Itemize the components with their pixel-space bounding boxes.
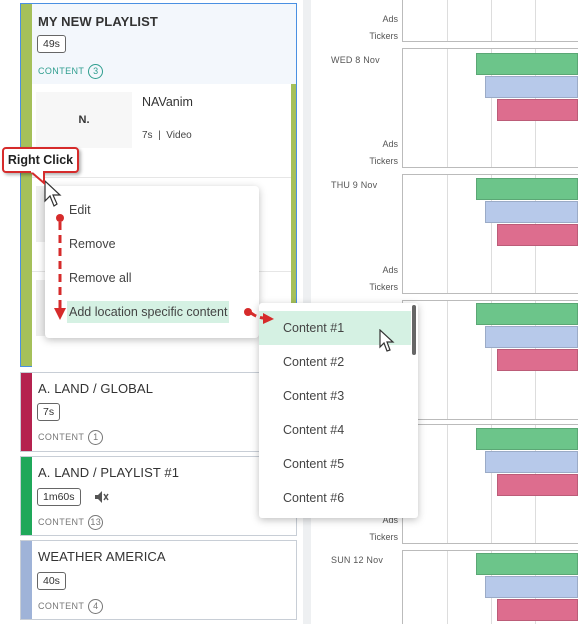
playlist-card[interactable]: A. LAND / GLOBAL 7s CONTENT 1 xyxy=(20,372,297,452)
content-count-badge: 4 xyxy=(88,599,104,614)
right-click-callout: Right Click xyxy=(2,147,79,173)
menu-item-remove[interactable]: Remove xyxy=(69,233,116,255)
playlist-card[interactable]: WEATHER AMERICA 40s CONTENT 4 xyxy=(20,540,297,620)
schedule-bar[interactable] xyxy=(476,53,578,75)
duration-badge: 1m60s xyxy=(37,488,81,506)
playlist-card[interactable]: A. LAND / PLAYLIST #1 1m60s CONTENT 13 xyxy=(20,456,297,536)
submenu-item-content-4[interactable]: Content #4 xyxy=(259,413,411,447)
row-label-ads: Ads xyxy=(382,139,398,149)
content-count-badge: 13 xyxy=(88,515,104,530)
content-name: NAVanim xyxy=(142,95,193,109)
menu-item-remove-all[interactable]: Remove all xyxy=(69,267,132,289)
schedule-bar[interactable] xyxy=(485,201,578,223)
row-label-ads: Ads xyxy=(382,14,398,24)
day-label: WED 8 Nov xyxy=(331,55,380,65)
content-count-label: CONTENT 3 xyxy=(38,64,104,79)
content-meta: 7s | Video xyxy=(142,130,192,141)
playlist-color-stripe xyxy=(21,4,32,366)
schedule-bar[interactable] xyxy=(497,349,578,371)
menu-item-add-location-content[interactable]: Add location specific content xyxy=(67,301,230,323)
timeline-grid xyxy=(402,424,578,544)
schedule-bar[interactable] xyxy=(497,474,578,496)
content-count-badge: 1 xyxy=(88,430,104,445)
timeline-grid xyxy=(402,174,578,294)
content-thumbnail: N. xyxy=(36,92,132,148)
submenu-item-content-5[interactable]: Content #5 xyxy=(259,447,411,481)
context-menu: Edit Remove Remove all Add location spec… xyxy=(45,186,259,338)
mouse-cursor-icon xyxy=(379,328,395,358)
schedule-bar[interactable] xyxy=(485,451,578,473)
playlist-title: A. LAND / PLAYLIST #1 xyxy=(38,465,180,480)
menu-item-edit[interactable]: Edit xyxy=(69,199,91,221)
schedule-bar[interactable] xyxy=(476,178,578,200)
day-label: THU 9 Nov xyxy=(331,180,378,190)
row-label-tickers: Tickers xyxy=(369,532,398,542)
content-count-label: CONTENT 4 xyxy=(38,599,104,614)
schedule-bar[interactable] xyxy=(476,428,578,450)
schedule-bar[interactable] xyxy=(476,303,578,325)
submenu-item-content-3[interactable]: Content #3 xyxy=(259,379,411,413)
row-label-tickers: Tickers xyxy=(369,282,398,292)
schedule-bar[interactable] xyxy=(485,326,578,348)
playlist-title: A. LAND / GLOBAL xyxy=(38,381,154,396)
submenu-scrollbar[interactable] xyxy=(412,305,416,355)
playlist-color-stripe xyxy=(21,457,32,535)
schedule-bar[interactable] xyxy=(485,576,578,598)
schedule-bar[interactable] xyxy=(485,76,578,98)
row-label-ads: Ads xyxy=(382,265,398,275)
duration-badge: 40s xyxy=(37,572,66,590)
schedule-bar[interactable] xyxy=(476,553,578,575)
schedule-bar[interactable] xyxy=(497,599,578,621)
playlist-title: MY NEW PLAYLIST xyxy=(38,14,158,29)
duration-badge: 49s xyxy=(37,35,66,53)
row-label-tickers: Tickers xyxy=(369,31,398,41)
callout-pointer xyxy=(28,171,45,185)
content-count-badge: 3 xyxy=(88,64,104,79)
playlist-title: WEATHER AMERICA xyxy=(38,549,166,564)
row-label-tickers: Tickers xyxy=(369,156,398,166)
duration-badge: 7s xyxy=(37,403,61,421)
timeline-grid xyxy=(402,48,578,168)
timeline-grid xyxy=(402,300,578,420)
schedule-bar[interactable] xyxy=(497,224,578,246)
content-count-label: CONTENT 1 xyxy=(38,430,104,445)
speaker-muted-icon[interactable] xyxy=(93,489,109,505)
content-count-label: CONTENT 13 xyxy=(38,515,104,530)
playlist-color-stripe xyxy=(21,541,32,619)
timeline-grid xyxy=(402,550,578,624)
timeline-grid xyxy=(402,0,578,42)
playlist-color-stripe xyxy=(21,373,32,451)
schedule-bar[interactable] xyxy=(497,99,578,121)
day-label: SUN 12 Nov xyxy=(331,555,384,565)
submenu-item-content-6[interactable]: Content #6 xyxy=(259,481,411,515)
